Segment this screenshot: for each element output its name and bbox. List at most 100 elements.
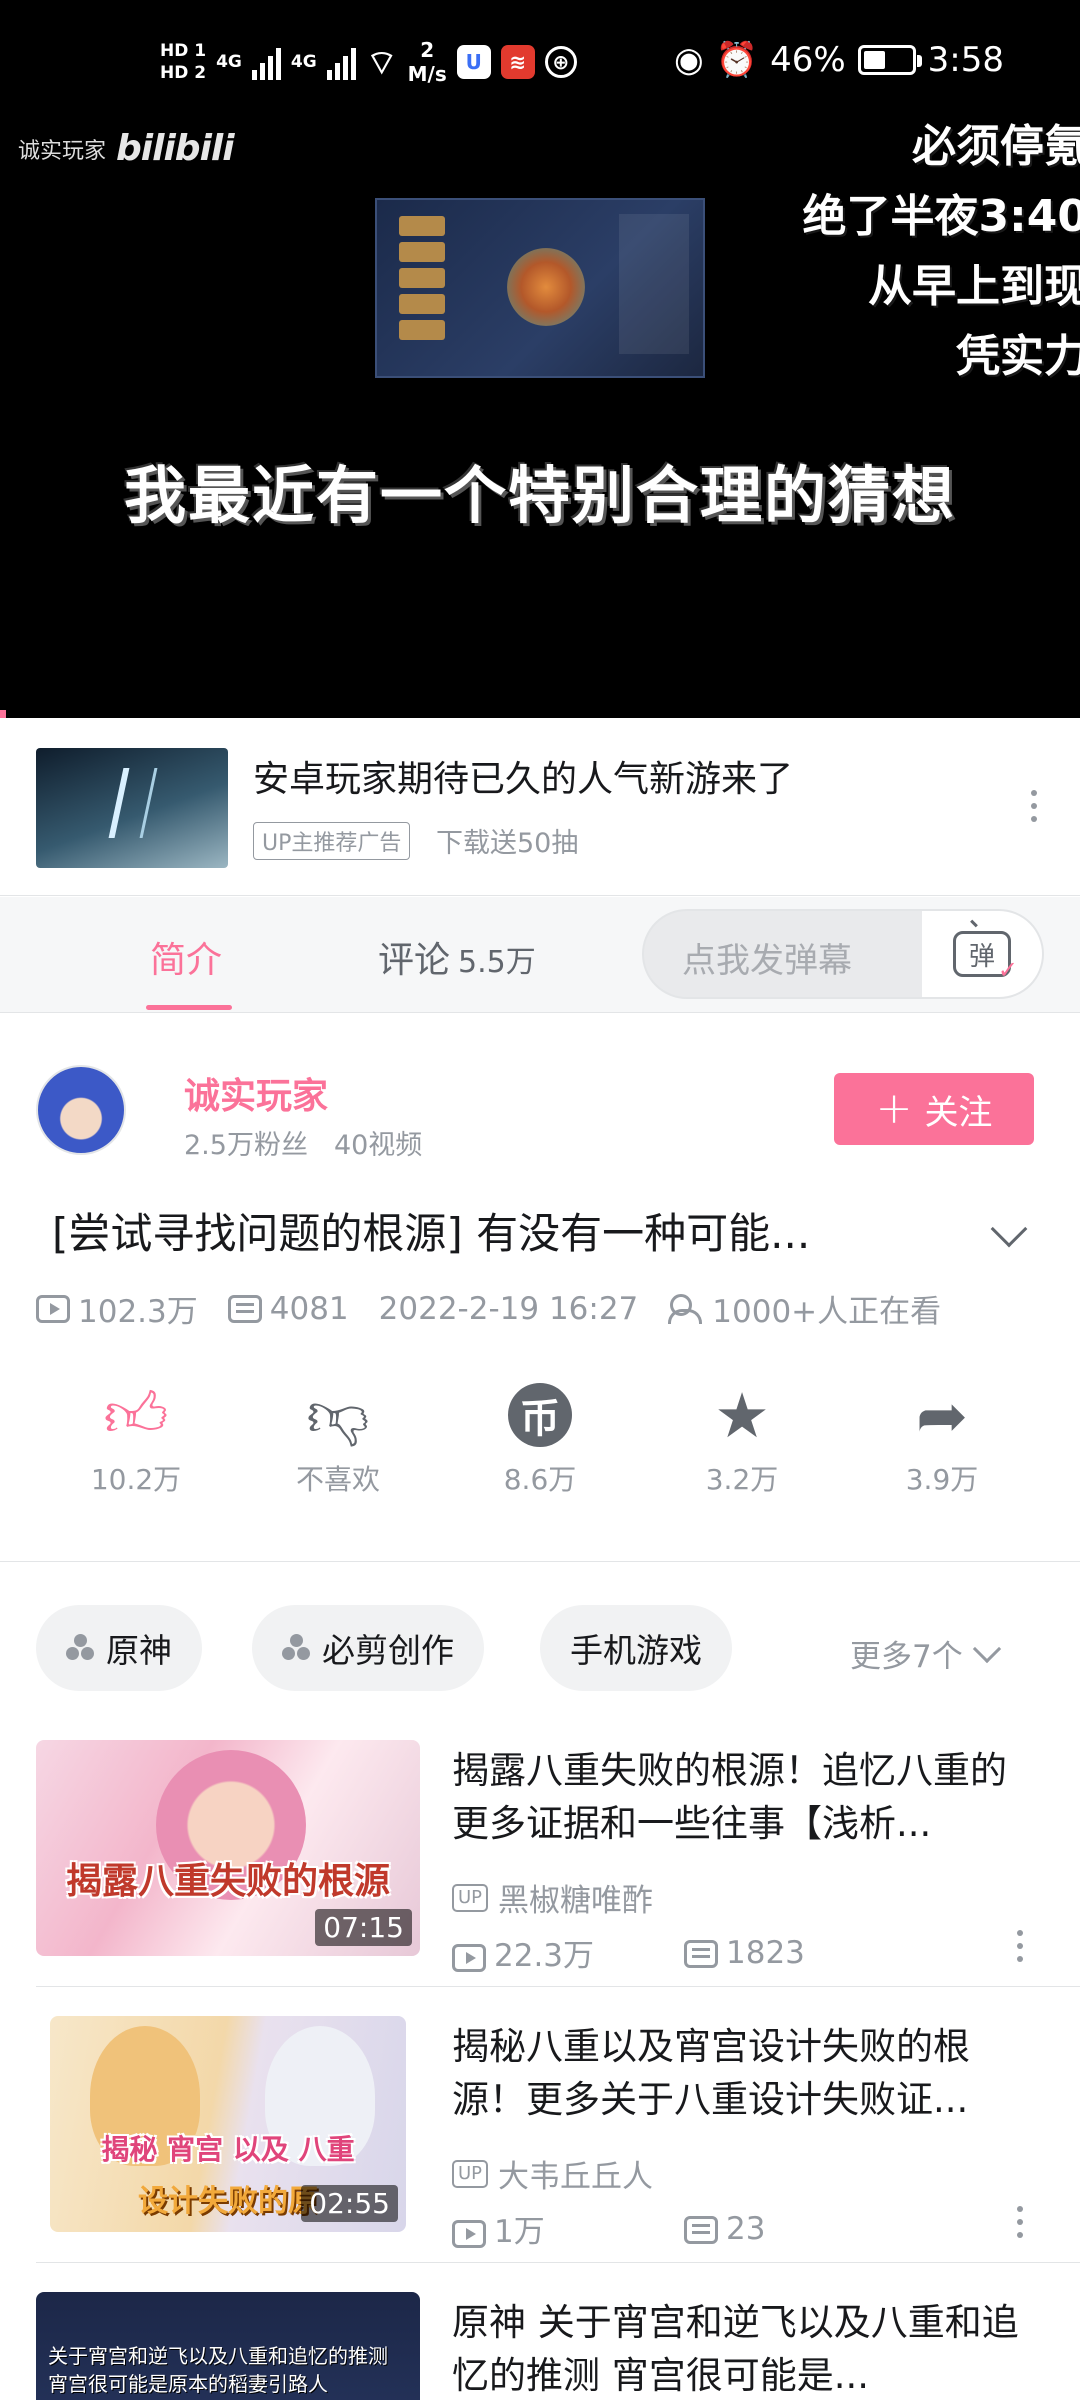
video-game-screenshot — [375, 198, 705, 378]
tab-intro[interactable]: 简介 — [150, 931, 222, 983]
app-notification-icon-u: U — [456, 45, 491, 79]
like-button[interactable]: 👍︎ 10.2万 — [56, 1378, 216, 1498]
tag-chip-genshin[interactable]: 原神 — [36, 1605, 202, 1691]
related-title: 原神 关于宵宫和逆飞以及八重和追忆的推测 宵宫很可能是... — [452, 2301, 1019, 2397]
related-video-item[interactable]: 关于宵宫和逆飞以及八重和追忆的推测 宵宫很可能是原本的稻妻引路人 原神 关于宵宫… — [0, 2292, 1080, 2400]
uploader-videos: 40视频 — [333, 1130, 423, 1161]
bilibili-logo: bilibili — [116, 128, 235, 169]
danmaku-placeholder: 点我发弹幕 — [682, 941, 852, 981]
thumbs-up-icon: 👍︎ — [103, 1377, 169, 1451]
video-player[interactable]: HD 1 HD 2 4G 4G ⌔ 2 M/s U ≋ ⊕ ◉ ⏰ 46% 3:… — [0, 0, 1080, 718]
related-video-item[interactable]: 揭露八重失败的根源 07:15 揭露八重失败的根源！追忆八重的更多证据和一些往事… — [0, 1740, 1080, 2016]
related-title: 揭秘八重以及宵宫设计失败的根源！更多关于八重设计失败证... — [452, 2025, 970, 2121]
related-title: 揭露八重失败的根源！追忆八重的更多证据和一些往事【浅析... — [452, 1749, 1007, 1845]
tag-label: 原神 — [106, 1631, 172, 1670]
thumbnail-caption: 揭露八重失败的根源 — [65, 1861, 390, 1902]
views-icon — [36, 1294, 70, 1323]
tab-comments-count: 5.5万 — [458, 945, 536, 980]
uploader-name[interactable]: 诚实玩家 — [184, 1067, 328, 1119]
watching-count: 1000+人正在看 — [712, 1294, 942, 1330]
app-notification-icon-ball: ⊕ — [544, 46, 577, 78]
duration-badge: 07:15 — [315, 1909, 412, 1946]
related-video-item[interactable]: 揭秘 宵宫 以及 八重 设计失败的原 02:55 揭秘八重以及宵宫设计失败的根源… — [0, 2016, 1080, 2292]
up-badge-icon: UP — [452, 1883, 489, 1912]
network-speed: 2 M/s — [408, 38, 447, 86]
playback-progress[interactable] — [0, 710, 6, 718]
speed-unit: M/s — [407, 62, 447, 86]
divider — [0, 1561, 1080, 1562]
topic-icon — [66, 1634, 96, 1662]
related-uploader-name: 大韦丘丘人 — [498, 2159, 654, 2195]
follow-button[interactable]: + 关注 — [834, 1073, 1034, 1145]
related-danmaku: 1823 — [726, 1934, 805, 1971]
tag-chip-mobile-games[interactable]: 手机游戏 — [540, 1605, 732, 1691]
stats-panel — [619, 214, 689, 354]
tag-chip-bijian[interactable]: 必剪创作 — [252, 1605, 484, 1691]
tag-label: 手机游戏 — [570, 1631, 702, 1670]
dislike-button[interactable]: 👎︎ 不喜欢 — [258, 1378, 418, 1498]
uploader-fans: 2.5万粉丝 — [184, 1130, 308, 1161]
share-button[interactable]: ➦ 3.9万 — [862, 1378, 1022, 1498]
danmaku-count: 4081 — [269, 1290, 349, 1327]
ad-thumbnail[interactable] — [36, 748, 228, 868]
related-thumbnail[interactable]: 关于宵宫和逆飞以及八重和追忆的推测 宵宫很可能是原本的稻妻引路人 — [36, 2292, 420, 2400]
related-stats: 22.3万 1823 — [452, 1930, 805, 1975]
network-label-1: 4G — [216, 52, 242, 72]
danmaku-count-icon — [227, 1294, 262, 1323]
related-thumbnail[interactable]: 揭露八重失败的根源 07:15 — [36, 1740, 420, 1956]
uploader-stats: 2.5万粉丝 40视频 — [184, 1123, 422, 1162]
share-arrow-icon: ➦ — [916, 1378, 968, 1452]
overlay-line-1: 必须停氪 — [912, 121, 1080, 172]
tab-comments[interactable]: 评论 5.5万 — [378, 931, 536, 983]
overlay-line-2: 绝了半夜3:40 — [802, 191, 1080, 242]
more-options-icon[interactable] — [1010, 1930, 1030, 1962]
app-notification-icon-red: ≋ — [500, 45, 535, 79]
ad-subtitle: 下载送50抽 — [436, 828, 579, 859]
views-icon — [452, 1943, 486, 1972]
coin-button[interactable]: 币 8.6万 — [460, 1378, 620, 1498]
overlay-line-4: 凭实力 — [956, 331, 1080, 382]
publish-date: 2022-2-19 16:27 — [378, 1290, 639, 1327]
related-uploader: UP 黑椒糖唯酢 — [452, 1875, 653, 1920]
more-options-icon[interactable] — [1010, 2206, 1030, 2238]
related-thumbnail[interactable]: 揭秘 宵宫 以及 八重 设计失败的原 02:55 — [50, 2016, 406, 2232]
more-tags-button[interactable]: 更多7个 — [850, 1631, 1001, 1676]
danmaku-input[interactable]: 点我发弹幕 弹 — [642, 909, 1044, 999]
tag-label: 必剪创作 — [322, 1631, 454, 1670]
overlay-line-3: 从早上到现 — [868, 261, 1080, 312]
coin-count: 8.6万 — [503, 1463, 577, 1496]
uploader-avatar[interactable] — [36, 1065, 126, 1155]
follow-label: 关注 — [924, 1092, 993, 1133]
related-danmaku: 23 — [726, 2210, 766, 2247]
watching-icon — [668, 1293, 704, 1324]
clock: 3:58 — [927, 40, 1004, 80]
up-badge-icon: UP — [452, 2159, 489, 2188]
views-icon — [452, 2219, 486, 2248]
danmaku-toggle-button[interactable]: 弹 — [922, 911, 1042, 997]
related-views: 22.3万 — [494, 1938, 595, 1974]
coin-icon-wrap: 币 — [460, 1378, 620, 1452]
artifact-orb — [507, 248, 585, 326]
speed-value: 2 — [420, 38, 435, 62]
network-label-2: 4G — [290, 52, 317, 72]
battery-fill — [863, 51, 885, 69]
wifi-icon: ⌔ — [365, 42, 398, 83]
video-title: [尝试寻找问题的根源] 有没有一种可能... — [52, 1209, 811, 1258]
coin-icon: 币 — [508, 1383, 572, 1447]
like-count: 10.2万 — [90, 1463, 182, 1496]
status-bar: HD 1 HD 2 4G 4G ⌔ 2 M/s U ≋ ⊕ ◉ ⏰ 46% 3:… — [0, 30, 1080, 110]
thumbs-down-icon: 👎︎ — [306, 1377, 370, 1451]
inventory-slots — [399, 216, 445, 340]
view-count: 102.3万 — [78, 1294, 198, 1330]
related-uploader-name: 黑椒糖唯酢 — [498, 1883, 654, 1919]
chevron-down-icon — [972, 1634, 1001, 1663]
expand-description-icon[interactable] — [990, 1210, 1028, 1248]
thumbnail-caption: 关于宵宫和逆飞以及八重和追忆的推测 宵宫很可能是原本的稻妻引路人 — [48, 2344, 388, 2396]
more-tags-label: 更多7个 — [850, 1639, 963, 1675]
favorite-button[interactable]: ★ 3.2万 — [662, 1378, 822, 1498]
ad-card[interactable]: 安卓玩家期待已久的人气新游来了 UP主推荐广告 下载送50抽 — [0, 718, 1080, 896]
battery-percent: 46% — [770, 40, 846, 80]
ad-title[interactable]: 安卓玩家期待已久的人气新游来了 — [253, 750, 793, 802]
more-options-icon[interactable] — [1024, 790, 1044, 822]
share-count: 3.9万 — [905, 1463, 979, 1496]
